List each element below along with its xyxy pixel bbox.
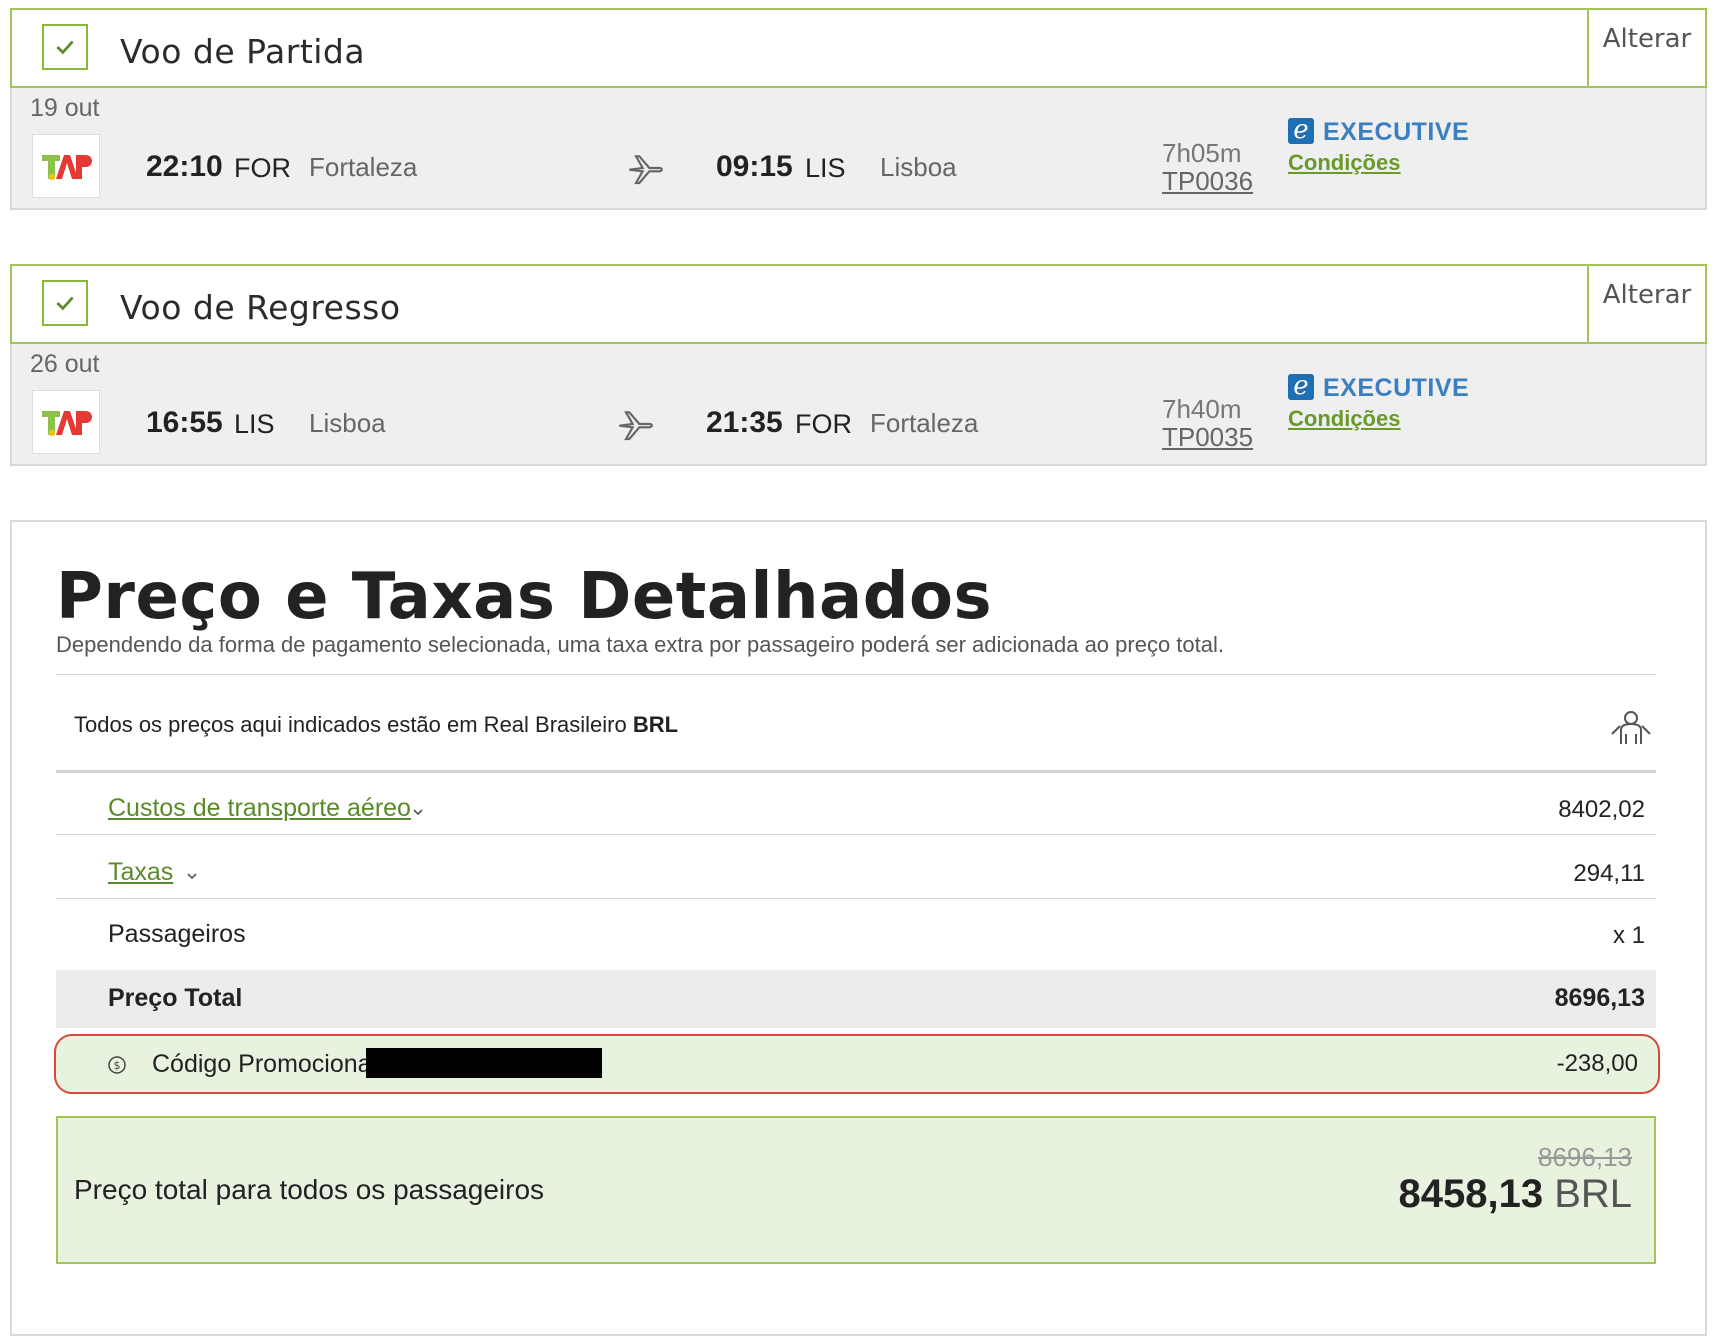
grand-total-box: Preço total para todos os passageiros 86… — [56, 1116, 1656, 1264]
discounted-price-currency: BRL — [1554, 1172, 1632, 1216]
executive-icon: e — [1288, 117, 1314, 144]
taxes-row[interactable]: Taxas — [108, 858, 173, 887]
outbound-arr-code: LIS — [805, 153, 846, 183]
outbound-title: Voo de Partida — [120, 32, 366, 71]
passengers-value: x 1 — [1612, 922, 1645, 949]
outbound-flight-number[interactable]: TP0036 — [1162, 166, 1253, 197]
total-price-value: 8696,13 — [1554, 984, 1645, 1012]
tap-logo — [32, 134, 100, 198]
air-transport-costs-link[interactable]: Custos de transporte aéreo — [108, 794, 411, 822]
outbound-arr-city: Lisboa — [880, 152, 957, 182]
return-flight-card: Voo de Regresso Alterar 26 out 16:55 LIS… — [10, 264, 1707, 466]
price-title: Preço e Taxas Detalhados — [56, 560, 993, 634]
original-price: 8696,13 — [1538, 1142, 1632, 1172]
currency-note: Todos os preços aqui indicados estão em … — [74, 712, 678, 738]
divider — [56, 834, 1656, 835]
return-arr-time: 21:35 — [706, 406, 783, 439]
coin-icon: $ — [108, 1056, 126, 1074]
outbound-dep-city: Fortaleza — [309, 152, 418, 182]
taxes-link[interactable]: Taxas — [108, 858, 173, 886]
plane-icon — [629, 155, 663, 185]
return-arr-city: Fortaleza — [870, 408, 979, 438]
price-details-panel: Preço e Taxas Detalhados Dependendo da f… — [10, 520, 1707, 1336]
price-subtitle: Dependendo da forma de pagamento selecio… — [56, 632, 1224, 657]
divider — [56, 674, 1656, 675]
outbound-dep-code: FOR — [234, 153, 291, 183]
air-transport-costs-value: 8402,02 — [1558, 796, 1645, 823]
return-dep-city: Lisboa — [309, 408, 386, 438]
outbound-header: Voo de Partida Alterar — [10, 8, 1707, 88]
return-dep-code: LIS — [234, 409, 275, 439]
return-cabin: EXECUTIVE — [1323, 374, 1470, 402]
divider — [56, 898, 1656, 899]
outbound-duration: 7h05m — [1162, 138, 1242, 168]
outbound-arr-time: 09:15 — [716, 150, 793, 183]
return-title: Voo de Regresso — [120, 288, 401, 327]
return-conditions-link[interactable]: Condições — [1288, 406, 1400, 432]
outbound-dep-time: 22:10 — [146, 150, 223, 183]
total-price-label: Preço Total — [108, 984, 243, 1012]
air-transport-costs-row[interactable]: Custos de transporte aéreo — [108, 794, 411, 823]
grand-total-label: Preço total para todos os passageiros — [74, 1174, 545, 1205]
outbound-conditions-link[interactable]: Condições — [1288, 150, 1400, 176]
check-icon — [42, 280, 88, 326]
discounted-price-value: 8458,13 — [1398, 1172, 1544, 1216]
svg-text:$: $ — [114, 1059, 121, 1072]
return-duration: 7h40m — [1162, 394, 1242, 424]
return-change-button[interactable]: Alterar — [1587, 264, 1705, 344]
tap-logo — [32, 390, 100, 454]
chevron-down-icon[interactable] — [184, 868, 200, 884]
passengers-icon[interactable] — [1608, 708, 1654, 750]
return-dep-time: 16:55 — [146, 406, 223, 439]
plane-icon — [619, 411, 653, 441]
outbound-date: 19 out — [30, 94, 100, 122]
total-price-band — [56, 970, 1656, 1028]
return-date: 26 out — [30, 350, 100, 378]
discounted-price: 8458,13 BRL — [1398, 1172, 1632, 1217]
redacted-promo-code — [366, 1048, 602, 1078]
divider — [56, 770, 1656, 773]
check-icon — [42, 24, 88, 70]
currency-code: BRL — [632, 712, 679, 737]
outbound-cabin: EXECUTIVE — [1323, 118, 1470, 146]
taxes-value: 294,11 — [1573, 860, 1645, 887]
return-arr-code: FOR — [795, 409, 852, 439]
return-header: Voo de Regresso Alterar — [10, 264, 1707, 344]
promo-code-value: -238,00 — [1556, 1050, 1638, 1077]
promo-code-label: Código Promocional — [152, 1050, 378, 1078]
return-flight-number[interactable]: TP0035 — [1162, 422, 1253, 453]
promo-code-row: $ Código Promocional -238,00 — [54, 1034, 1660, 1094]
currency-note-text: Todos os preços aqui indicados estão em … — [74, 712, 627, 737]
chevron-down-icon[interactable] — [410, 804, 426, 820]
outbound-flight-card: Voo de Partida Alterar 19 out 22:10 FOR … — [10, 8, 1707, 210]
executive-icon: e — [1288, 373, 1314, 400]
outbound-change-button[interactable]: Alterar — [1587, 8, 1705, 88]
passengers-label: Passageiros — [108, 920, 246, 948]
